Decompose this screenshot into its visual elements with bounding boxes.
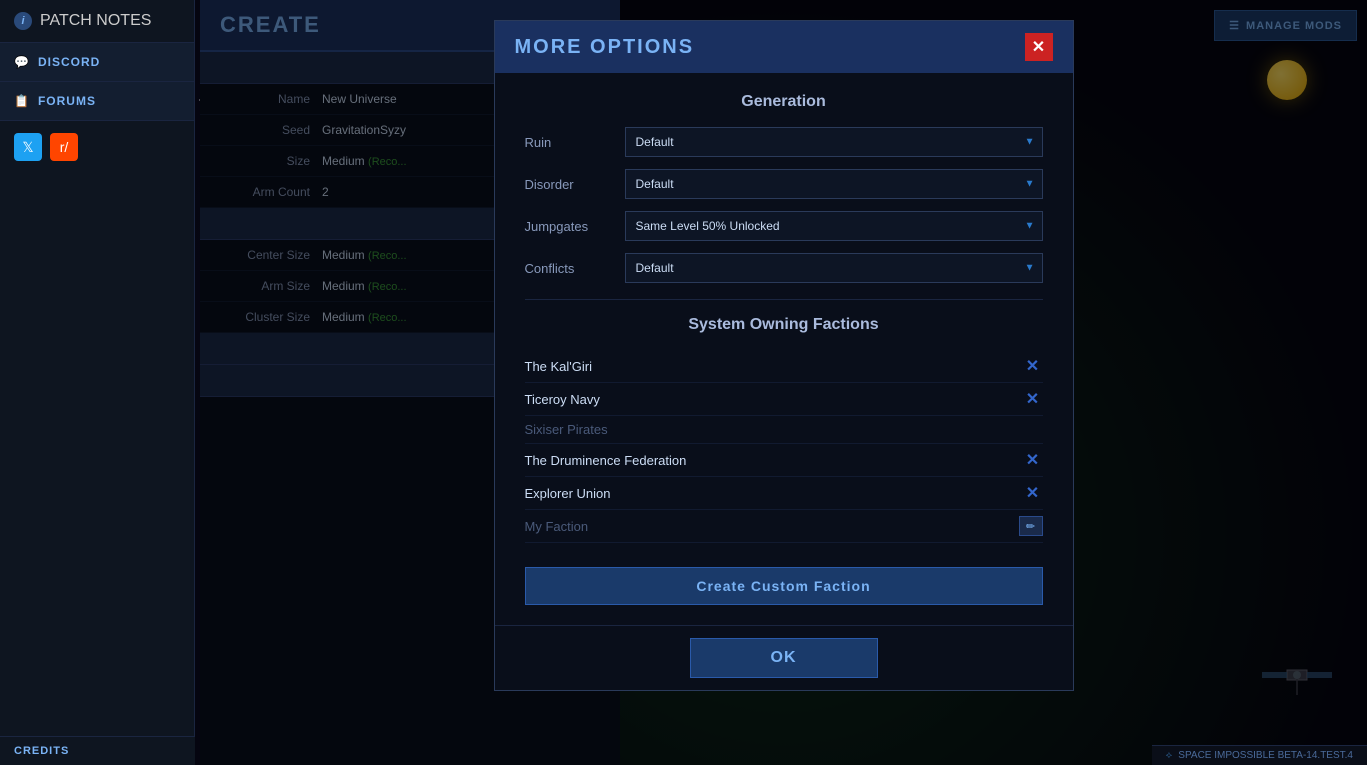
option-row-ruin: RuinDefaultNoneLowHigh <box>525 127 1043 157</box>
faction-remove-button[interactable]: ✕ <box>1023 450 1043 470</box>
reddit-icon[interactable]: r/ <box>50 133 78 161</box>
forums-icon: 📋 <box>14 94 30 108</box>
status-label: SPACE IMPOSSIBLE BETA-14.TEST.4 <box>1178 750 1353 761</box>
faction-item: The Kal'Giri✕ <box>525 350 1043 383</box>
discord-icon: 💬 <box>14 55 30 69</box>
select-wrapper-jumpgates: Same Level 50% UnlockedAll UnlockedAll L… <box>625 211 1043 241</box>
option-select-ruin[interactable]: DefaultNoneLowHigh <box>625 127 1043 157</box>
select-wrapper-ruin: DefaultNoneLowHigh <box>625 127 1043 157</box>
discord-label: DISCORD <box>38 55 100 69</box>
faction-remove-button[interactable]: ✕ <box>1023 389 1043 409</box>
faction-item: Explorer Union✕ <box>525 477 1043 510</box>
patch-notes-label: PATCH NOTES <box>40 12 151 30</box>
forums-label: FORUMS <box>38 94 96 108</box>
generation-options: RuinDefaultNoneLowHighDisorderDefaultNon… <box>525 127 1043 283</box>
modal-overlay: MORE OPTIONS ✕ Generation RuinDefaultNon… <box>200 0 1367 765</box>
forums-button[interactable]: 📋 FORUMS <box>0 82 194 121</box>
select-wrapper-conflicts: DefaultNoneLowHigh <box>625 253 1043 283</box>
generation-section-title: Generation <box>525 93 1043 111</box>
status-bar: ⟡ SPACE IMPOSSIBLE BETA-14.TEST.4 <box>1152 745 1367 765</box>
faction-list: The Kal'Giri✕Ticeroy Navy✕Sixiser Pirate… <box>525 350 1043 543</box>
faction-name: The Druminence Federation <box>525 453 1023 468</box>
sidebar-patch-notes[interactable]: i PATCH NOTES <box>0 0 194 43</box>
faction-item: My Faction✏ <box>525 510 1043 543</box>
twitter-icon[interactable]: 𝕏 <box>14 133 42 161</box>
faction-remove-button[interactable]: ✕ <box>1023 356 1043 376</box>
option-select-conflicts[interactable]: DefaultNoneLowHigh <box>625 253 1043 283</box>
faction-remove-button[interactable]: ✕ <box>1023 483 1043 503</box>
faction-name: The Kal'Giri <box>525 359 1023 374</box>
modal-body: Generation RuinDefaultNoneLowHighDisorde… <box>495 73 1073 625</box>
close-icon: ✕ <box>1032 37 1045 57</box>
more-options-modal: MORE OPTIONS ✕ Generation RuinDefaultNon… <box>494 20 1074 691</box>
info-icon: i <box>14 12 32 30</box>
section-divider <box>525 299 1043 300</box>
ok-button[interactable]: OK <box>690 638 878 678</box>
faction-name: Explorer Union <box>525 486 1023 501</box>
modal-close-button[interactable]: ✕ <box>1025 33 1053 61</box>
modal-footer: OK <box>495 625 1073 690</box>
discord-button[interactable]: 💬 DISCORD <box>0 43 194 82</box>
sidebar: i PATCH NOTES 💬 DISCORD 📋 FORUMS 𝕏 r/ CR… <box>0 0 195 765</box>
social-links: 𝕏 r/ <box>0 121 194 173</box>
faction-item: Ticeroy Navy✕ <box>525 383 1043 416</box>
select-wrapper-disorder: DefaultNoneLowHigh <box>625 169 1043 199</box>
option-label: Disorder <box>525 177 625 192</box>
modal-header: MORE OPTIONS ✕ <box>495 21 1073 73</box>
option-select-disorder[interactable]: DefaultNoneLowHigh <box>625 169 1043 199</box>
option-row-disorder: DisorderDefaultNoneLowHigh <box>525 169 1043 199</box>
create-custom-faction-button[interactable]: Create Custom Faction <box>525 567 1043 605</box>
faction-item: Sixiser Pirates <box>525 416 1043 444</box>
faction-name: Ticeroy Navy <box>525 392 1023 407</box>
status-icon: ⟡ <box>1166 750 1173 761</box>
option-label: Jumpgates <box>525 219 625 234</box>
faction-item: The Druminence Federation✕ <box>525 444 1043 477</box>
option-select-jumpgates[interactable]: Same Level 50% UnlockedAll UnlockedAll L… <box>625 211 1043 241</box>
faction-edit-button[interactable]: ✏ <box>1019 516 1043 536</box>
credits-label: CREDITS <box>14 745 69 757</box>
option-label: Ruin <box>525 135 625 150</box>
factions-section-title: System Owning Factions <box>525 316 1043 334</box>
faction-name: My Faction <box>525 519 1019 534</box>
modal-title: MORE OPTIONS <box>515 36 695 59</box>
option-row-conflicts: ConflictsDefaultNoneLowHigh <box>525 253 1043 283</box>
faction-name: Sixiser Pirates <box>525 422 1043 437</box>
option-row-jumpgates: JumpgatesSame Level 50% UnlockedAll Unlo… <box>525 211 1043 241</box>
credits-bar[interactable]: CREDITS <box>0 736 195 765</box>
option-label: Conflicts <box>525 261 625 276</box>
